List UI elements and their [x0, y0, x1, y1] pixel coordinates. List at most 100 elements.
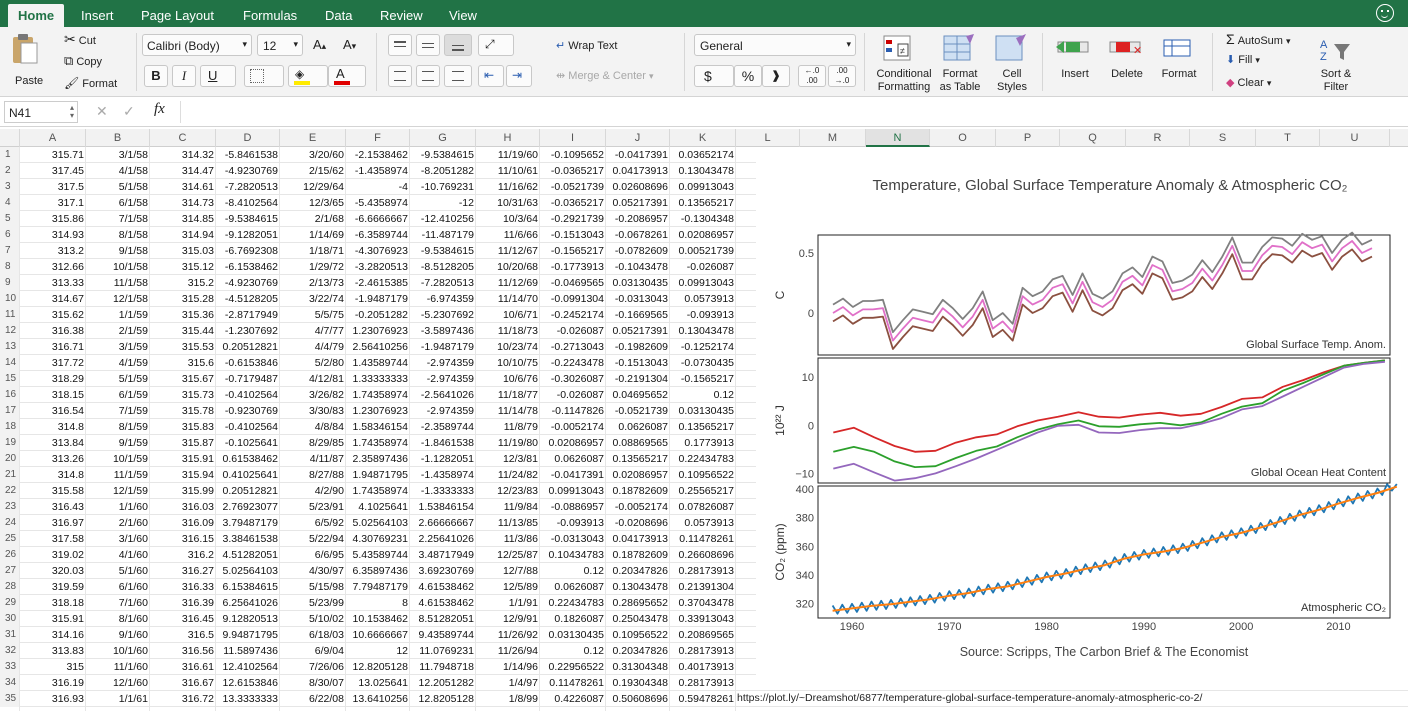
cell-a11[interactable]: 315.62 — [20, 307, 86, 323]
cell-c13[interactable]: 315.53 — [150, 339, 216, 355]
cell-i13[interactable]: -0.2713043 — [540, 339, 606, 355]
cell-j7[interactable]: -0.0782609 — [606, 243, 670, 259]
cell-d1[interactable]: -5.8461538 — [216, 147, 280, 163]
row-number[interactable]: 20 — [0, 451, 20, 467]
column-header-l[interactable]: L — [736, 129, 800, 147]
cell-e32[interactable]: 6/9/04 — [280, 643, 346, 659]
cell-j4[interactable]: 0.05217391 — [606, 195, 670, 211]
cell-k25[interactable]: 0.11478261 — [670, 531, 736, 547]
cell-c18[interactable]: 315.83 — [150, 419, 216, 435]
cell-j31[interactable]: 0.10956522 — [606, 627, 670, 643]
cell-g12[interactable]: -3.5897436 — [410, 323, 476, 339]
select-all-corner[interactable] — [0, 129, 20, 147]
cell-a21[interactable]: 314.8 — [20, 467, 86, 483]
cell-e30[interactable]: 5/10/02 — [280, 611, 346, 627]
cell-j1[interactable]: -0.0417391 — [606, 147, 670, 163]
row-number[interactable]: 13 — [0, 339, 20, 355]
cell-k24[interactable]: 0.0573913 — [670, 515, 736, 531]
cell-j13[interactable]: -0.1982609 — [606, 339, 670, 355]
cell-k30[interactable]: 0.33913043 — [670, 611, 736, 627]
cell-i14[interactable]: -0.2243478 — [540, 355, 606, 371]
cell-c15[interactable]: 315.67 — [150, 371, 216, 387]
cell-f19[interactable]: 1.74358974 — [346, 435, 410, 451]
cell-k9[interactable]: 0.09913043 — [670, 275, 736, 291]
cell-a33[interactable]: 315 — [20, 659, 86, 675]
cell-d10[interactable]: -4.5128205 — [216, 291, 280, 307]
cell-f1[interactable]: -2.1538462 — [346, 147, 410, 163]
cell-c17[interactable]: 315.78 — [150, 403, 216, 419]
column-header-t[interactable]: T — [1256, 129, 1320, 147]
cell-d13[interactable]: 0.20512821 — [216, 339, 280, 355]
cell-i16[interactable]: -0.026087 — [540, 387, 606, 403]
row-number[interactable]: 28 — [0, 579, 20, 595]
cell-j2[interactable]: 0.04173913 — [606, 163, 670, 179]
cell-e7[interactable]: 1/18/71 — [280, 243, 346, 259]
cell-e5[interactable]: 2/1/68 — [280, 211, 346, 227]
cell-e21[interactable]: 8/27/88 — [280, 467, 346, 483]
align-bottom-button[interactable] — [444, 34, 472, 56]
column-header-f[interactable]: F — [346, 129, 410, 147]
cell-j27[interactable]: 0.20347826 — [606, 563, 670, 579]
cell-i8[interactable]: -0.1773913 — [540, 259, 606, 275]
row-number[interactable]: 25 — [0, 531, 20, 547]
column-header-h[interactable]: H — [476, 129, 540, 147]
cell-g17[interactable]: -2.974359 — [410, 403, 476, 419]
cell-c35[interactable]: 316.72 — [150, 691, 216, 707]
align-left-button[interactable] — [388, 65, 412, 87]
cell-e6[interactable]: 1/14/69 — [280, 227, 346, 243]
cell-c10[interactable]: 315.28 — [150, 291, 216, 307]
cell-f6[interactable]: -6.3589744 — [346, 227, 410, 243]
cell-b33[interactable]: 11/1/60 — [86, 659, 150, 675]
cell-g33[interactable]: 11.7948718 — [410, 659, 476, 675]
cell-f18[interactable]: 1.58346154 — [346, 419, 410, 435]
cell-g16[interactable]: -2.5641026 — [410, 387, 476, 403]
cell-f24[interactable]: 5.02564103 — [346, 515, 410, 531]
cell-d19[interactable]: -0.1025641 — [216, 435, 280, 451]
cell-k5[interactable]: -0.1304348 — [670, 211, 736, 227]
cell-e29[interactable]: 5/23/99 — [280, 595, 346, 611]
cell-a29[interactable]: 318.18 — [20, 595, 86, 611]
cell-c2[interactable]: 314.47 — [150, 163, 216, 179]
borders-button[interactable] — [244, 65, 284, 87]
cell-j10[interactable]: -0.0313043 — [606, 291, 670, 307]
increase-decimal-button[interactable]: ←.0 .00 — [798, 65, 826, 87]
align-top-button[interactable] — [388, 34, 412, 56]
cell-f12[interactable]: 1.23076923 — [346, 323, 410, 339]
bold-button[interactable]: B — [144, 65, 168, 87]
cell-d34[interactable]: 12.6153846 — [216, 675, 280, 691]
cell-b30[interactable]: 8/1/60 — [86, 611, 150, 627]
cell-a6[interactable]: 314.93 — [20, 227, 86, 243]
cell-i10[interactable]: -0.0991304 — [540, 291, 606, 307]
cell-h16[interactable]: 11/18/77 — [476, 387, 540, 403]
insert-cells-button[interactable]: Insert — [1050, 32, 1100, 94]
cell-b22[interactable]: 12/1/59 — [86, 483, 150, 499]
cell-b11[interactable]: 1/1/59 — [86, 307, 150, 323]
cell-b2[interactable]: 4/1/58 — [86, 163, 150, 179]
cell-a17[interactable]: 316.54 — [20, 403, 86, 419]
cell-a34[interactable]: 316.19 — [20, 675, 86, 691]
cell-k23[interactable]: 0.07826087 — [670, 499, 736, 515]
cell-e24[interactable]: 6/5/92 — [280, 515, 346, 531]
cell-e35[interactable]: 6/22/08 — [280, 691, 346, 707]
tab-formulas[interactable]: Formulas — [233, 4, 307, 27]
cell-f7[interactable]: -4.3076923 — [346, 243, 410, 259]
cell-h34[interactable]: 1/4/97 — [476, 675, 540, 691]
cell-a15[interactable]: 318.29 — [20, 371, 86, 387]
cell-i4[interactable]: -0.0365217 — [540, 195, 606, 211]
cell-b4[interactable]: 6/1/58 — [86, 195, 150, 211]
cell-g30[interactable]: 8.51282051 — [410, 611, 476, 627]
cell-i6[interactable]: -0.1513043 — [540, 227, 606, 243]
cell-h10[interactable]: 11/14/70 — [476, 291, 540, 307]
cell-k29[interactable]: 0.37043478 — [670, 595, 736, 611]
cell-b18[interactable]: 8/1/59 — [86, 419, 150, 435]
comma-style-button[interactable]: ❱ — [762, 65, 790, 87]
cell-d2[interactable]: -4.9230769 — [216, 163, 280, 179]
cell-c26[interactable]: 316.2 — [150, 547, 216, 563]
cell-g19[interactable]: -1.8461538 — [410, 435, 476, 451]
cell-a27[interactable]: 320.03 — [20, 563, 86, 579]
cell-k27[interactable]: 0.28173913 — [670, 563, 736, 579]
cell-c30[interactable]: 316.45 — [150, 611, 216, 627]
cell-k31[interactable]: 0.20869565 — [670, 627, 736, 643]
cell-i33[interactable]: 0.22956522 — [540, 659, 606, 675]
cell-c29[interactable]: 316.39 — [150, 595, 216, 611]
